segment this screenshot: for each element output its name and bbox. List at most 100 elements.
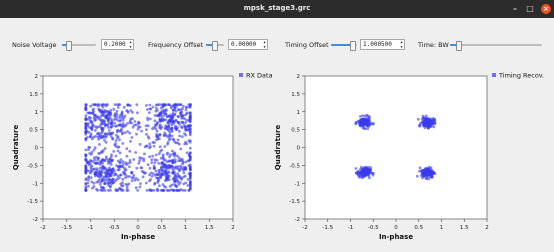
data-point	[141, 175, 145, 179]
plot-2: -2 -1.5 -1 -0.5 0 0.5 1 1.5 2 2 1.5 1 0.5 0 -0.5 -1 -1.5…	[274, 72, 544, 242]
data-point	[112, 179, 116, 183]
x-tick-label: 0.5	[414, 225, 423, 231]
data-point	[98, 172, 101, 175]
data-point	[433, 118, 436, 121]
y-tick-label: -0.5	[27, 163, 38, 169]
frequency-offset-slider-handle[interactable]	[212, 41, 218, 51]
data-point	[151, 172, 155, 175]
timing-bw-slider-handle[interactable]	[456, 41, 463, 51]
data-point	[114, 124, 118, 128]
x-tick-label: -1.5	[322, 225, 333, 231]
data-point	[145, 104, 148, 107]
data-point	[144, 144, 148, 148]
y-tick-label: 0.5	[29, 128, 38, 134]
data-point	[125, 189, 129, 192]
data-point	[170, 127, 173, 131]
data-point	[178, 130, 181, 133]
data-point	[118, 166, 122, 169]
y-tick-label: -0.5	[289, 163, 300, 169]
data-point	[155, 135, 158, 138]
data-point	[170, 164, 174, 168]
data-point	[114, 173, 118, 176]
data-point	[178, 169, 181, 173]
data-point	[129, 140, 132, 143]
data-point	[89, 135, 92, 139]
data-point	[84, 177, 88, 181]
data-point	[124, 176, 127, 179]
data-point	[93, 129, 97, 132]
data-point	[174, 184, 178, 188]
data-point	[146, 163, 150, 167]
data-point	[174, 127, 178, 131]
data-point	[160, 161, 164, 164]
data-point	[425, 123, 429, 127]
data-point	[163, 145, 167, 148]
data-point	[98, 143, 101, 146]
data-point	[126, 103, 129, 107]
data-point	[102, 165, 106, 169]
data-point	[121, 131, 125, 135]
timing-offset-slider-handle[interactable]	[350, 41, 357, 51]
data-point	[121, 177, 125, 181]
noise-voltage-spinbox[interactable]: 0.2000 ▲ ▼	[101, 39, 134, 50]
data-point	[188, 158, 192, 162]
data-point	[115, 109, 119, 113]
data-point	[150, 158, 154, 162]
data-point	[139, 182, 142, 185]
x-tick-label: -2	[40, 225, 45, 231]
data-point	[366, 127, 370, 131]
data-point	[418, 124, 422, 128]
data-point	[159, 175, 163, 178]
data-point	[183, 189, 187, 192]
data-point	[158, 184, 161, 188]
maximize-button[interactable]: □	[525, 4, 535, 14]
x-axis-label: In-phase	[379, 233, 413, 241]
data-point	[188, 168, 192, 172]
data-point	[168, 118, 171, 122]
y-tick-label: 1	[297, 110, 301, 116]
data-point	[89, 120, 93, 124]
close-button[interactable]: ×	[541, 4, 551, 14]
data-point	[355, 171, 358, 175]
data-point	[95, 161, 99, 165]
data-point	[138, 159, 142, 163]
data-point	[88, 115, 91, 119]
frequency-offset-spinbox[interactable]: 0.00000 ▲ ▼	[228, 39, 268, 50]
data-point	[181, 120, 185, 124]
y-tick-label: -1	[33, 181, 38, 187]
data-point	[106, 182, 110, 185]
data-point	[122, 105, 126, 109]
data-point	[158, 123, 162, 127]
data-point	[84, 122, 88, 126]
y-tick-label: 1.5	[291, 92, 300, 98]
timing-bw-slider[interactable]	[450, 41, 542, 51]
data-point	[433, 122, 437, 126]
data-point	[160, 170, 164, 174]
timing-offset-spinbox[interactable]: 1.000500 ▲ ▼	[360, 39, 405, 50]
data-point	[162, 165, 165, 168]
data-point	[143, 152, 146, 156]
legend-marker-icon	[239, 73, 243, 77]
noise-voltage-slider-handle[interactable]	[65, 41, 72, 51]
data-point	[183, 113, 187, 117]
data-point	[177, 108, 181, 112]
data-point	[182, 175, 185, 179]
data-point	[125, 147, 129, 151]
data-point	[118, 151, 122, 155]
noise-voltage-slider[interactable]	[62, 41, 96, 51]
data-point	[114, 139, 118, 142]
data-point	[145, 108, 149, 111]
noise-voltage-stepper-icon[interactable]: ▲ ▼	[128, 40, 133, 49]
frequency-offset-slider[interactable]	[206, 41, 224, 51]
data-point	[95, 173, 99, 177]
data-point	[182, 104, 185, 108]
data-point	[144, 171, 147, 175]
y-tick-label: -1.5	[27, 199, 38, 205]
timing-offset-stepper-icon[interactable]: ▲ ▼	[399, 40, 404, 49]
data-point	[97, 152, 101, 155]
data-point	[116, 189, 119, 192]
data-point	[105, 109, 109, 113]
minimize-button[interactable]: –	[510, 4, 520, 14]
timing-offset-slider[interactable]	[331, 41, 357, 51]
frequency-offset-stepper-icon[interactable]: ▲ ▼	[262, 40, 267, 49]
